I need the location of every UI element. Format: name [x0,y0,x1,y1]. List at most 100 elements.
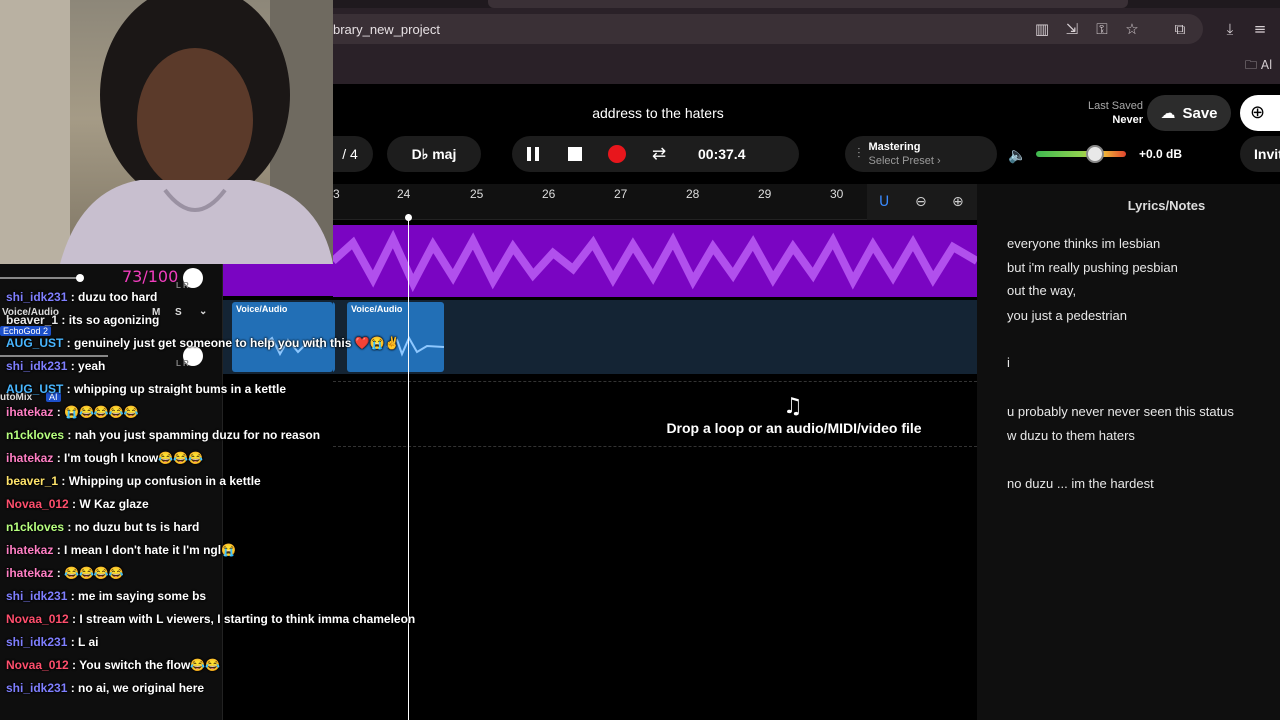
chat-message: n1ckloves : nah you just spamming duzu f… [6,428,320,442]
transport-controls: ⇄ 00:37.4 [512,136,799,172]
zoom-in-icon[interactable]: ⊕ [952,194,964,210]
lyric-line: u probably never never seen this status [1007,404,1234,419]
chat-username: shi_idk231 [6,359,68,373]
music-note-icon: ♫ [783,394,803,419]
stop-button[interactable] [554,136,596,172]
chat-username: n1ckloves [6,428,65,442]
mastering-button[interactable]: ⫶ Mastering Select Preset › [845,136,997,172]
lyric-line: but i'm really pushing pesbian [1007,260,1178,275]
chat-username: Novaa_012 [6,658,69,672]
loop-button[interactable]: ⇄ [638,136,680,172]
key-value: D♭ maj [411,145,457,162]
key-selector[interactable]: D♭ maj [387,136,481,172]
webcam-overlay [0,0,333,264]
chat-text: : duzu too hard [67,290,158,304]
chat-text: : Whipping up confusion in a kettle [58,474,261,488]
media-queue-icon[interactable]: ≡ [1249,18,1271,40]
pause-button[interactable] [512,136,554,172]
chat-text: : I stream with L viewers, I starting to… [68,612,416,626]
chat-username: beaver_1 [6,313,59,327]
mastering-label: Mastering [868,141,921,153]
effect-badge[interactable]: EchoGod 2 [0,326,52,336]
chat-message: shi_idk231 : yeah [6,359,105,373]
chat-message: n1ckloves : no duzu but ts is hard [6,520,199,534]
pan-lr-label: L R [176,281,189,290]
beat-track-region[interactable] [333,225,977,297]
last-saved: Last Saved Never [1053,99,1143,127]
chat-username: Novaa_012 [6,497,69,511]
save-button[interactable]: ☁ Save [1147,95,1231,131]
project-title[interactable]: address to the haters [583,105,733,121]
chat-text: : whipping up straight bums in a kettle [63,382,287,396]
chat-message: Novaa_012 : W Kaz glaze [6,497,149,511]
lyrics-panel[interactable]: Lyrics/Notes everyone thinks im lesbian … [977,184,1280,720]
extensions-icon[interactable]: ⧉ [1169,18,1191,40]
bookmark-star-icon[interactable]: ☆ [1121,18,1143,40]
chat-message: AUG_UST : genuinely just get someone to … [6,336,400,350]
panel-divider [222,264,223,720]
chat-username: ihatekaz [6,451,54,465]
ruler-tick: 30 [830,187,844,201]
ruler-tick: 25 [470,187,484,201]
playhead[interactable] [405,214,412,720]
lyric-line: you just a pedestrian [1007,308,1127,323]
invite-button[interactable]: Invit [1240,136,1280,172]
chat-username: ihatekaz [6,566,54,580]
chat-text: : yeah [67,359,106,373]
chat-text: : I mean I don't hate it I'm ngl😭 [53,543,237,557]
chat-message: beaver_1 : Whipping up confusion in a ke… [6,474,261,488]
track-volume-slider[interactable] [0,277,82,279]
volume-slider-knob[interactable] [1085,145,1104,163]
ruler-tick: 29 [758,187,772,201]
lyric-line: everyone thinks im lesbian [1007,236,1161,251]
chat-message: AUG_UST : whipping up straight bums in a… [6,382,286,396]
time-display: 00:37.4 [698,146,746,162]
chevron-down-icon[interactable]: ⌄ [199,306,207,317]
zoom-out-icon[interactable]: ⊖ [915,194,927,210]
last-saved-label: Last Saved [1087,100,1143,112]
ruler-tools: U ⊖ ⊕ [867,184,977,220]
chat-message: ihatekaz : 😭😂😂😂😂 [6,405,139,419]
chat-username: shi_idk231 [6,681,68,695]
solo-button[interactable]: S [175,307,182,318]
chat-message: Novaa_012 : I stream with L viewers, I s… [6,612,415,626]
chat-text: : You switch the flow😂😂 [68,658,221,672]
install-app-icon[interactable]: ⇲ [1061,18,1083,40]
chat-message: ihatekaz : I'm tough I know😂😂😂 [6,451,203,465]
reader-mode-icon[interactable]: ▥ [1031,18,1053,40]
active-tab[interactable] [488,0,1128,8]
beat-track-region-left[interactable] [222,264,333,296]
chat-text: : genuinely just get someone to help you… [63,336,400,350]
playhead-handle[interactable] [405,214,412,221]
drop-zone-text[interactable]: Drop a loop or an audio/MIDI/video file [623,420,965,436]
lyric-line: i [1007,355,1010,370]
chat-text: : me im saying some bs [67,589,207,603]
vocal-track-region[interactable]: Voice/Audio [230,300,977,374]
chat-username: shi_idk231 [6,589,68,603]
password-key-icon[interactable]: ⚿ [1091,18,1113,40]
chat-text: : W Kaz glaze [68,497,149,511]
tab-strip [333,0,1280,8]
volume-icon[interactable]: 🔈 [1008,146,1027,164]
snap-magnet-icon[interactable]: U [879,194,889,210]
globe-icon[interactable]: ⊕ [1240,95,1280,131]
ruler-tick: 3 [333,187,340,201]
bookmarks-bar: 🗀 Al [333,48,1280,78]
loop-icon: ⇄ [651,144,667,164]
chat-text: : I'm tough I know😂😂😂 [53,451,204,465]
all-bookmarks-label: Al [1260,58,1273,72]
chat-message: beaver_1 : its so agonizing [6,313,159,327]
sliders-icon: ⫶ [857,146,861,162]
ruler-tick: 24 [397,187,411,201]
download-icon[interactable]: ⤓ [1219,18,1241,40]
cloud-upload-icon: ☁ [1160,104,1176,122]
stop-icon [568,147,582,161]
score-overlay: 73/100 [122,267,179,286]
track-volume-knob[interactable] [76,274,84,282]
record-button[interactable] [596,136,638,172]
time-signature-value: / 4 [342,146,358,162]
track-volume-slider[interactable] [0,355,108,357]
all-bookmarks-folder[interactable]: 🗀 Al [1245,56,1272,77]
master-volume-slider[interactable] [1036,145,1126,163]
volume-db: +0.0 dB [1139,147,1183,161]
